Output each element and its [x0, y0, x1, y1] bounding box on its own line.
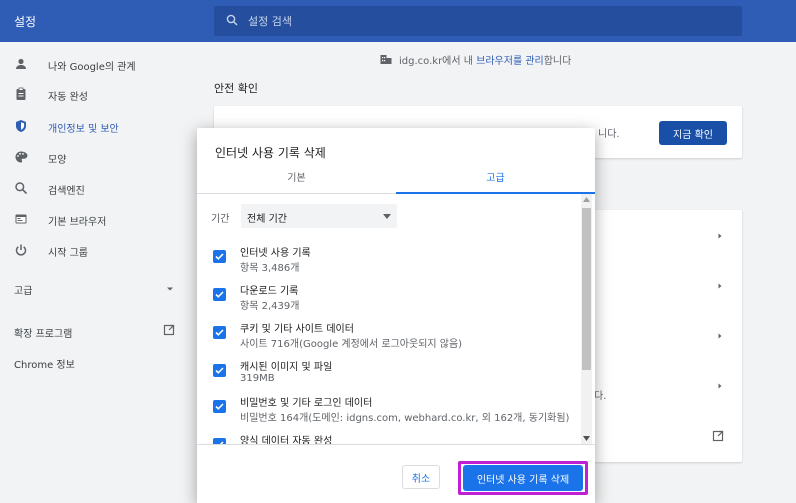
search-box[interactable] — [214, 6, 742, 36]
sidebar-item-label: 기본 브라우저 — [48, 217, 107, 228]
sidebar-item-search-engine[interactable]: 검색엔진 — [0, 174, 196, 202]
clear-browsing-data-dialog: 인터넷 사용 기록 삭제 기본 고급 기간 전체 기간 인터넷 사용 기록 항목… — [197, 128, 595, 503]
sidebar-about-chrome[interactable]: Chrome 정보 — [14, 356, 75, 371]
checkbox-checked[interactable] — [213, 250, 226, 263]
shield-icon — [16, 120, 26, 132]
time-range-select[interactable]: 전체 기간 — [241, 204, 397, 228]
managed-suffix: 합니다 — [543, 56, 572, 67]
option-subtitle: 319MB — [240, 373, 275, 384]
dropdown-arrow-icon — [383, 214, 391, 219]
checkbox-checked[interactable] — [213, 288, 226, 301]
sidebar-item-default-browser[interactable]: 기본 브라우저 — [0, 205, 196, 233]
managed-notice: idg.co.kr에서 내 브라우저를 관리합니다 — [399, 52, 571, 67]
option-download-history[interactable]: 다운로드 기록 항목 2,439개 — [211, 278, 571, 316]
chevron-right-icon[interactable] — [716, 232, 724, 240]
option-subtitle: 항목 3,486개 — [240, 263, 300, 274]
power-icon — [15, 244, 27, 256]
scroll-down-arrow-icon[interactable] — [583, 436, 590, 441]
sidebar-item-privacy[interactable]: 개인정보 및 보안 — [0, 112, 196, 140]
option-title: 양식 데이터 자동 완성 — [240, 436, 333, 444]
managed-prefix: idg.co.kr에서 내 — [399, 56, 477, 67]
tab-advanced[interactable]: 고급 — [396, 168, 595, 194]
dialog-tabs: 기본 고급 — [197, 168, 595, 194]
search-icon — [226, 14, 238, 26]
option-cached-files[interactable]: 캐시된 이미지 및 파일 319MB — [211, 354, 571, 392]
cancel-button[interactable]: 취소 — [402, 465, 440, 489]
sidebar-extensions[interactable]: 확장 프로그램 — [14, 325, 72, 340]
dialog-scrollbar[interactable] — [581, 194, 592, 444]
safety-check-text: 니다. — [598, 129, 620, 140]
search-icon — [15, 182, 28, 195]
checkbox-checked[interactable] — [213, 400, 226, 413]
sidebar-item-label: 검색엔진 — [48, 186, 85, 197]
chevron-right-icon[interactable] — [716, 382, 724, 390]
search-input[interactable] — [248, 12, 728, 30]
time-range-value: 전체 기간 — [247, 214, 287, 225]
dialog-body: 기간 전체 기간 인터넷 사용 기록 항목 3,486개 다운로드 기록 항목 … — [197, 194, 595, 444]
page-title: 설정 — [14, 15, 37, 29]
option-title: 비밀번호 및 기타 로그인 데이터 — [240, 398, 373, 409]
scrollbar-thumb[interactable] — [582, 208, 591, 370]
checkbox-checked[interactable] — [213, 364, 226, 377]
tab-basic[interactable]: 기본 — [197, 168, 396, 194]
dialog-footer: 취소 인터넷 사용 기록 삭제 — [197, 444, 595, 503]
option-passwords[interactable]: 비밀번호 및 기타 로그인 데이터 비밀번호 164개(도메인: idgns.c… — [211, 390, 571, 428]
option-autofill-form-data[interactable]: 양식 데이터 자동 완성 — [211, 428, 571, 444]
sidebar-item-appearance[interactable]: 모양 — [0, 143, 196, 171]
chevron-right-icon[interactable] — [716, 282, 724, 290]
option-cookies[interactable]: 쿠키 및 기타 사이트 데이터 사이트 716개(Google 계정에서 로그아… — [211, 316, 571, 354]
clipboard-icon — [16, 87, 26, 100]
sidebar: 나와 Google의 관계 자동 완성 개인정보 및 보안 모양 검색엔진 기본… — [0, 42, 196, 503]
sidebar-advanced[interactable]: 고급 — [14, 282, 32, 297]
option-browsing-history[interactable]: 인터넷 사용 기록 항목 3,486개 — [211, 240, 571, 278]
browser-icon — [15, 214, 27, 224]
sidebar-item-label: 개인정보 및 보안 — [48, 124, 119, 135]
sidebar-item-autofill[interactable]: 자동 완성 — [0, 80, 196, 108]
managed-link[interactable]: 브라우저를 관리 — [476, 56, 544, 67]
option-subtitle: 항목 2,439개 — [240, 301, 300, 312]
sidebar-item-label: 자동 완성 — [48, 92, 88, 103]
option-title: 다운로드 기록 — [240, 286, 299, 297]
option-title: 쿠키 및 기타 사이트 데이터 — [240, 324, 354, 335]
clear-data-button[interactable]: 인터넷 사용 기록 삭제 — [463, 465, 583, 491]
time-range-label: 기간 — [211, 214, 230, 225]
open-in-new-icon[interactable] — [712, 430, 724, 442]
app-header: 설정 — [0, 0, 796, 42]
option-subtitle: 사이트 716개(Google 계정에서 로그아웃되지 않음) — [240, 339, 463, 350]
privacy-row-text: 다. — [594, 391, 607, 402]
building-icon — [380, 55, 392, 64]
option-title: 인터넷 사용 기록 — [240, 248, 311, 259]
chevron-down-icon[interactable] — [165, 284, 175, 294]
sidebar-item-label: 나와 Google의 관계 — [48, 62, 136, 73]
scroll-up-arrow-icon[interactable] — [583, 197, 590, 202]
option-title: 캐시된 이미지 및 파일 — [240, 362, 333, 373]
palette-icon — [15, 151, 28, 163]
safety-check-title: 안전 확인 — [214, 82, 258, 95]
sidebar-item-on-startup[interactable]: 시작 그룹 — [0, 236, 196, 264]
person-icon — [16, 58, 26, 69]
checkbox-checked[interactable] — [213, 326, 226, 339]
open-in-new-icon[interactable] — [163, 324, 175, 336]
chevron-right-icon[interactable] — [716, 332, 724, 340]
sidebar-item-label: 시작 그룹 — [48, 248, 88, 259]
sidebar-item-label: 모양 — [48, 155, 67, 166]
dialog-title: 인터넷 사용 기록 삭제 — [215, 146, 326, 160]
option-subtitle: 비밀번호 164개(도메인: idgns.com, webhard.co.kr,… — [240, 413, 570, 424]
sidebar-item-you-and-google[interactable]: 나와 Google의 관계 — [0, 50, 196, 78]
check-now-button[interactable]: 지금 확인 — [659, 121, 727, 145]
